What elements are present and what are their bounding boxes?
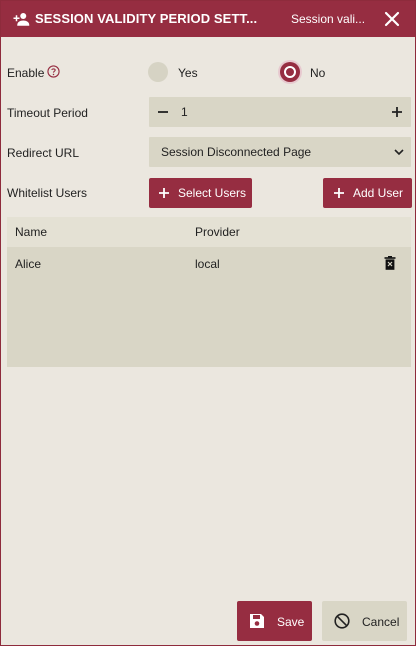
- trash-icon[interactable]: [384, 256, 396, 270]
- enable-yes-radio[interactable]: [148, 62, 168, 82]
- table-row[interactable]: Alice local: [7, 247, 411, 279]
- dialog-subtitle: Session vali...: [291, 12, 366, 26]
- add-user-button[interactable]: Add User: [323, 178, 412, 208]
- close-icon[interactable]: [383, 10, 401, 28]
- column-header-name: Name: [15, 225, 48, 239]
- cancel-icon: [334, 613, 350, 629]
- session-validity-dialog: SESSION VALIDITY PERIOD SETT... Session …: [0, 0, 416, 646]
- save-button[interactable]: Save: [237, 601, 312, 641]
- enable-yes-label: Yes: [178, 66, 198, 80]
- plus-icon: [334, 188, 344, 198]
- redirect-selected-value: Session Disconnected Page: [161, 145, 312, 159]
- chevron-down-icon: [394, 149, 404, 156]
- cell-provider: local: [195, 257, 220, 271]
- table-header: Name Provider: [7, 217, 411, 247]
- save-label: Save: [277, 615, 305, 629]
- dialog-title: SESSION VALIDITY PERIOD SETT...: [35, 11, 258, 26]
- dialog-titlebar: SESSION VALIDITY PERIOD SETT... Session …: [1, 1, 415, 37]
- enable-no-radio[interactable]: [280, 62, 300, 82]
- enable-label: Enable: [7, 66, 45, 80]
- whitelist-label: Whitelist Users: [7, 186, 88, 200]
- redirect-label: Redirect URL: [7, 146, 80, 160]
- whitelist-table: Name Provider Alice local: [7, 217, 411, 367]
- cell-name: Alice: [15, 257, 42, 271]
- plus-icon: [159, 188, 169, 198]
- minus-icon[interactable]: [149, 97, 177, 127]
- add-user-label: Add User: [353, 186, 404, 200]
- column-header-provider: Provider: [195, 225, 240, 239]
- redirect-url-select[interactable]: Session Disconnected Page: [149, 137, 411, 167]
- person-add-icon: [13, 13, 30, 26]
- help-circle-icon[interactable]: [47, 65, 60, 78]
- cancel-button[interactable]: Cancel: [322, 601, 407, 641]
- timeout-value[interactable]: 1: [181, 105, 188, 119]
- enable-no-label: No: [310, 66, 326, 80]
- save-icon: [250, 614, 264, 628]
- plus-icon[interactable]: [383, 97, 411, 127]
- select-users-button[interactable]: Select Users: [149, 178, 252, 208]
- timeout-stepper: 1: [149, 97, 411, 127]
- select-users-label: Select Users: [178, 186, 247, 200]
- cancel-label: Cancel: [362, 615, 400, 629]
- timeout-label: Timeout Period: [7, 106, 88, 120]
